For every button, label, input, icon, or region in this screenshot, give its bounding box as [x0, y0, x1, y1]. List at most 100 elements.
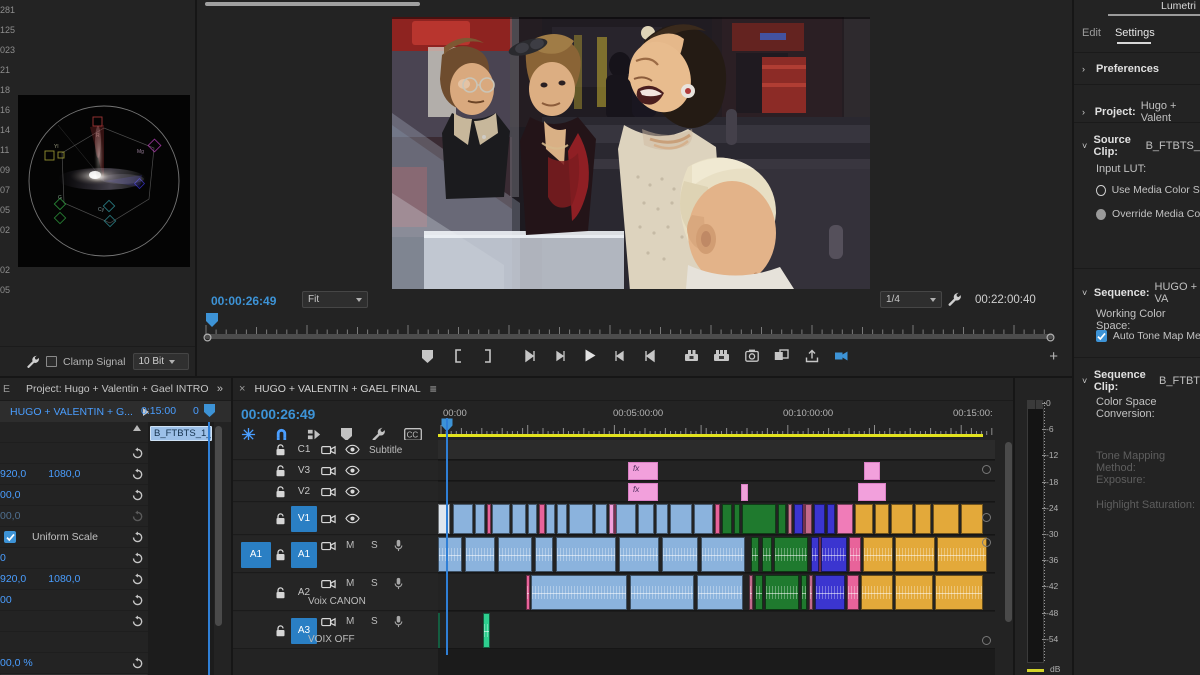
keyframe-playhead-icon[interactable]: [203, 403, 216, 418]
section-project[interactable]: › Project: Hugo + Valent: [1074, 100, 1200, 124]
track-lane-a3[interactable]: [438, 612, 995, 649]
clip-a1-22[interactable]: [811, 537, 819, 572]
sequence-tab-label[interactable]: HUGO + VALENTIN + GAEL FINAL: [254, 383, 420, 395]
clip-v1-12[interactable]: [528, 504, 537, 534]
clip-v1-14[interactable]: [539, 504, 545, 534]
clip-a1-8[interactable]: [556, 537, 616, 572]
mark-in-button[interactable]: [443, 345, 473, 369]
step-back-button[interactable]: [545, 345, 575, 369]
reset-parameter-button[interactable]: [126, 548, 148, 569]
clip-v1-10[interactable]: [512, 504, 526, 534]
track-lock-icon[interactable]: [275, 513, 286, 525]
clip-v1-36[interactable]: [715, 504, 720, 534]
go-to-in-button[interactable]: [515, 345, 545, 369]
comparison-view-button[interactable]: [767, 345, 797, 369]
clip-a2-1[interactable]: [526, 575, 530, 610]
reset-parameter-button[interactable]: [126, 506, 148, 527]
track-media-icon[interactable]: [321, 540, 335, 552]
bit-depth-select[interactable]: 10 Bit: [133, 353, 189, 370]
keyframe-column[interactable]: [148, 422, 214, 675]
effect-control-value[interactable]: 00,0: [0, 510, 20, 522]
track-target-v1[interactable]: V1: [291, 506, 317, 532]
effect-control-value[interactable]: 920,0: [0, 468, 26, 480]
track-header-v3[interactable]: V3: [233, 461, 438, 481]
clip-a1-6[interactable]: [535, 537, 553, 572]
effect-control-value[interactable]: 920,0: [0, 573, 26, 585]
clip-a1-26[interactable]: [849, 537, 861, 572]
track-scroll-handle[interactable]: [982, 513, 991, 522]
track-visibility-icon[interactable]: [345, 513, 359, 525]
track-header-c1[interactable]: C1Subtitle: [233, 440, 438, 460]
section-preferences[interactable]: › Preferences: [1074, 63, 1200, 75]
track-visibility-icon[interactable]: [345, 486, 359, 498]
clip-a2-15[interactable]: [801, 575, 807, 610]
tab-settings[interactable]: Settings: [1115, 27, 1155, 39]
multi-camera-button[interactable]: [827, 345, 857, 369]
clip-v1-52[interactable]: [814, 504, 825, 534]
track-lock-icon[interactable]: [275, 549, 286, 561]
clip-a2-19[interactable]: [815, 575, 845, 610]
reset-parameter-button[interactable]: [126, 464, 148, 485]
track-lock-icon[interactable]: [275, 587, 286, 599]
settings-wrench-icon[interactable]: [947, 292, 962, 307]
timeline-clip-area[interactable]: fxfx: [438, 440, 995, 675]
clip-a1-2[interactable]: [465, 537, 495, 572]
fit-zoom-select[interactable]: Fit: [302, 291, 368, 308]
clip-a3-2[interactable]: [483, 613, 490, 648]
tab-edit[interactable]: Edit: [1082, 27, 1101, 39]
clip-v1-56[interactable]: [837, 504, 853, 534]
program-timecode[interactable]: 00:00:26:49: [211, 294, 276, 308]
clip-v1-4[interactable]: [475, 504, 485, 534]
track-target-c1[interactable]: C1: [291, 444, 317, 456]
timeline-ruler[interactable]: 00:0000:05:00:0000:10:00:0000:15:00:: [438, 408, 995, 436]
effect-controls-playhead[interactable]: [208, 422, 210, 675]
effect-control-value[interactable]: 1080,0: [48, 573, 80, 585]
clip-v1-50[interactable]: [805, 504, 812, 534]
clip-v1-30[interactable]: [656, 504, 668, 534]
button-editor-plus[interactable]: +: [1049, 348, 1058, 365]
clip-v1-46[interactable]: [788, 504, 792, 534]
track-target-v2[interactable]: V2: [291, 486, 317, 498]
clip-v1-60[interactable]: [875, 504, 889, 534]
clip-a2-23[interactable]: [861, 575, 893, 610]
sort-arrow-icon[interactable]: [132, 424, 142, 432]
clip-a2-3[interactable]: [531, 575, 627, 610]
track-header-v1[interactable]: V1: [233, 503, 438, 535]
lift-button[interactable]: [677, 345, 707, 369]
clip-v1-44[interactable]: [778, 504, 786, 534]
clip-a2-17[interactable]: [809, 575, 813, 610]
out-point-icon[interactable]: [1046, 333, 1055, 342]
clip-v1-66[interactable]: [933, 504, 959, 534]
clip-v2-c[interactable]: [858, 483, 886, 501]
clip-v1-20[interactable]: [569, 504, 593, 534]
reset-parameter-button[interactable]: [126, 590, 148, 611]
radio-override-media-color-space[interactable]: Override Media Colo: [1096, 208, 1200, 220]
reset-parameter-button[interactable]: [126, 611, 148, 632]
clip-a2-7[interactable]: [697, 575, 743, 610]
panel-menu-icon[interactable]: ≡: [430, 382, 437, 396]
keyframe-clip-chip[interactable]: B_FTBTS_1_: [150, 426, 212, 441]
clip-v1-0[interactable]: [438, 504, 450, 534]
program-monitor-video[interactable]: [392, 17, 870, 289]
clip-v1-2[interactable]: [453, 504, 473, 534]
clip-a2-13[interactable]: [765, 575, 799, 610]
track-visibility-icon[interactable]: [345, 444, 359, 456]
clip-a1-4[interactable]: [498, 537, 532, 572]
microphone-icon[interactable]: [394, 577, 408, 589]
clip-v1-62[interactable]: [891, 504, 913, 534]
clip-v1-8[interactable]: [492, 504, 510, 534]
track-mute-button[interactable]: M: [346, 616, 354, 627]
clip-a1-24[interactable]: [821, 537, 847, 572]
clip-a1-12[interactable]: [662, 537, 698, 572]
playback-resolution-select[interactable]: 1/4: [880, 291, 942, 308]
clip-a1-30[interactable]: [895, 537, 935, 572]
track-lane-v3[interactable]: [438, 461, 995, 481]
track-scroll-handle[interactable]: [982, 538, 991, 547]
track-media-icon[interactable]: [321, 513, 335, 525]
clip-v1-64[interactable]: [915, 504, 931, 534]
track-media-icon[interactable]: [321, 444, 335, 456]
program-horizontal-scrollbar[interactable]: [205, 2, 420, 6]
reset-parameter-button[interactable]: [126, 527, 148, 548]
track-header-a3[interactable]: A3MSVOIX OFF: [233, 612, 438, 649]
track-lock-icon[interactable]: [275, 444, 286, 456]
